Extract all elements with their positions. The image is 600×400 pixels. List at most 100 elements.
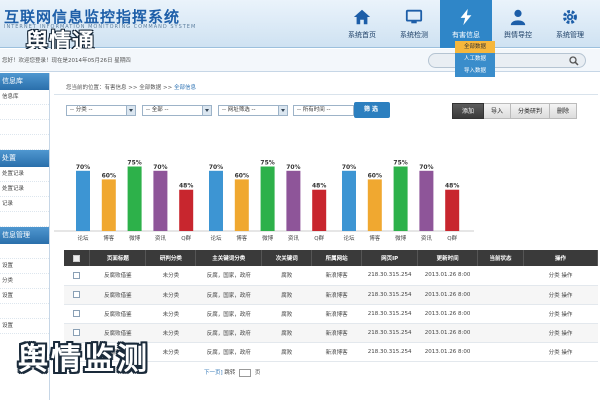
chart-bar[interactable] [393, 166, 408, 232]
nav-opinion-control[interactable]: 舆情导控 [492, 0, 544, 48]
table-cell[interactable]: 分类 操作 [523, 342, 598, 362]
sidebar-item[interactable] [0, 105, 49, 120]
chart-bar[interactable] [419, 170, 434, 231]
nav-home-label: 系统首页 [348, 31, 376, 39]
column-header[interactable]: 次关键词 [261, 250, 313, 266]
chart-bar[interactable] [367, 179, 382, 231]
table-cell: 反腐，国家，政府 [195, 304, 262, 324]
dropdown-item-manual-data[interactable]: 人工数据 [455, 53, 495, 65]
sidebar-section-header[interactable]: 信息库 [0, 73, 49, 90]
sidebar-item[interactable]: 记录 [0, 197, 49, 212]
chart-bar[interactable] [179, 189, 194, 231]
chart-bar[interactable] [312, 189, 327, 231]
table-cell: 新浪博客 [311, 285, 362, 305]
chart-bar[interactable] [260, 166, 275, 232]
table-row[interactable]: 反腐败借鉴 未分类 反腐，国家，政府 腐败 新浪博客 218.30.315.254 2013… [64, 304, 598, 324]
url-filter-select[interactable]: -- 网址筛选 -- [218, 105, 288, 116]
chart-bar[interactable] [76, 170, 90, 231]
chevron-down-icon[interactable] [278, 106, 287, 115]
chart-category-label: 资讯 [155, 234, 167, 242]
chart-category-label: 微博 [262, 234, 274, 242]
table-row[interactable]: 反腐败借鉴 未分类 反腐，国家，政府 腐败 新浪博客 218.30.315.254 2013… [64, 285, 598, 305]
table-cell[interactable]: 分类 操作 [523, 323, 598, 343]
column-header[interactable]: 页面标题 [89, 250, 147, 266]
table-cell: 2013.01.26 8:00 [417, 285, 478, 305]
import-button[interactable]: 导入 [484, 103, 512, 119]
dropdown-item-import-data[interactable]: 导入数据 [455, 65, 495, 77]
nav-system-admin[interactable]: 系统管理 [544, 0, 596, 48]
row-checkbox-cell[interactable] [64, 266, 90, 286]
chart-bar[interactable] [286, 170, 301, 231]
sidebar-item[interactable] [0, 135, 49, 150]
column-header[interactable]: 主关键词分类 [195, 250, 263, 266]
row-checkbox[interactable] [73, 271, 81, 279]
chart-bar[interactable] [234, 179, 249, 231]
chart-bar[interactable] [445, 189, 460, 231]
sidebar-item[interactable]: 设置 [0, 259, 49, 274]
time-select[interactable]: -- 所有时间 -- [293, 105, 363, 116]
user-icon [510, 9, 526, 26]
column-header[interactable]: 网页IP [361, 250, 419, 266]
chart-bar[interactable] [101, 179, 116, 231]
column-header[interactable]: 研判分类 [145, 250, 197, 266]
classify-button[interactable]: 分类研判 [511, 103, 551, 119]
table-cell: 腐败 [261, 342, 312, 362]
sidebar-item[interactable]: 设置 [0, 289, 49, 304]
row-checkbox[interactable] [73, 310, 81, 317]
chart-bar[interactable] [209, 170, 223, 231]
sidebar-item[interactable] [0, 120, 49, 135]
chart-category-label: 博客 [369, 234, 381, 242]
column-header[interactable]: 所属网站 [311, 250, 363, 266]
table-cell: 新浪博客 [311, 266, 362, 286]
chart-category-label: 论坛 [343, 234, 355, 242]
search-icon[interactable] [569, 56, 579, 66]
search-input[interactable] [428, 53, 586, 68]
nav-home[interactable]: 系统首页 [336, 0, 388, 48]
chevron-down-icon[interactable] [202, 106, 211, 115]
select-all-checkbox[interactable] [73, 254, 81, 262]
next-page-link[interactable]: 下一页] [204, 370, 223, 376]
table-row[interactable]: 反腐败借鉴 未分类 反腐，国家，政府 腐败 新浪博客 218.30.315.254 2013… [64, 266, 598, 286]
row-checkbox[interactable] [73, 291, 81, 298]
chart-category-label: Q群 [447, 234, 457, 242]
select-all-checkbox-cell[interactable] [64, 250, 91, 266]
chart-bar[interactable] [127, 166, 142, 232]
scope-select[interactable]: -- 全部 -- [142, 105, 212, 116]
dropdown-item-all-data[interactable]: 全部数据 [455, 41, 495, 53]
row-checkbox-cell[interactable] [64, 304, 90, 324]
filter-button[interactable]: 筛选 [354, 102, 390, 118]
sidebar-section-header[interactable]: 信息管理 [0, 227, 49, 244]
sidebar-item[interactable] [0, 244, 49, 259]
chart-category-label: 论坛 [77, 234, 89, 242]
row-checkbox-cell[interactable] [64, 285, 90, 305]
delete-button[interactable]: 删除 [550, 103, 578, 119]
table-cell: 反腐败借鉴 [89, 285, 146, 305]
column-header[interactable]: 更新时间 [417, 250, 479, 266]
table-cell [477, 304, 524, 324]
add-button[interactable]: 添加 [452, 103, 485, 119]
sidebar-item[interactable]: 信息库 [0, 90, 49, 105]
sidebar-item[interactable]: 处置记录 [0, 167, 49, 182]
column-header[interactable]: 操作 [523, 250, 598, 266]
chart-data-label: 70% [209, 164, 223, 171]
chart-bar[interactable] [342, 170, 356, 231]
nav-monitor[interactable]: 系统检测 [388, 0, 440, 48]
bar-chart-svg: 70% 论坛 60% 博客 75% 微博 70% 资讯 48% Q群 70% 论坛 60% 博客 75% 微博… [54, 160, 474, 242]
sidebar-section-header[interactable]: 处置 [0, 150, 49, 167]
column-header[interactable]: 当前状态 [477, 250, 525, 266]
sidebar-item[interactable] [0, 212, 49, 227]
table-cell[interactable]: 分类 操作 [523, 285, 598, 305]
page-unit-label: 页 [254, 370, 261, 376]
page-number-input[interactable] [239, 368, 252, 377]
sidebar-item[interactable] [0, 304, 49, 319]
sidebar-item[interactable]: 处置记录 [0, 182, 49, 197]
category-select[interactable]: -- 分类 -- [66, 105, 136, 116]
sidebar-item[interactable]: 分类 [0, 274, 49, 289]
chart-bar[interactable] [153, 170, 168, 231]
table-cell[interactable]: 分类 操作 [523, 304, 598, 324]
table-cell[interactable]: 分类 操作 [523, 266, 598, 286]
sidebar-item[interactable]: 设置 [0, 319, 49, 334]
breadcrumb-middle[interactable]: 全部数据 [139, 85, 161, 91]
chevron-down-icon[interactable] [126, 106, 135, 115]
breadcrumb-prefix[interactable]: 您当前的位置：有害信息 [66, 85, 127, 91]
